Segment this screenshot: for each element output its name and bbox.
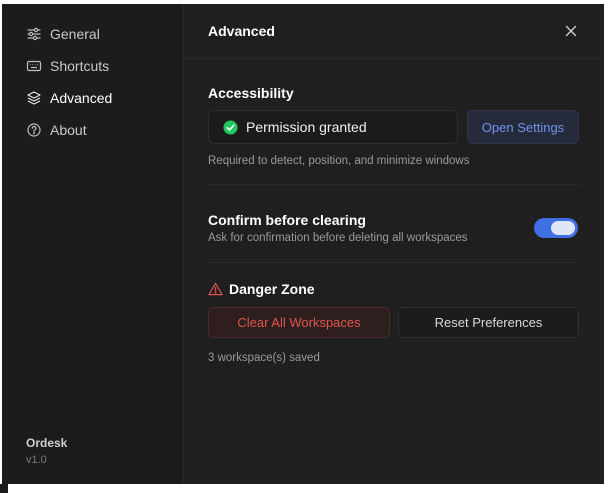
confirm-clearing-text: Confirm before clearing Ask for confirma… [208, 212, 468, 244]
accessibility-title: Accessibility [208, 85, 294, 101]
workspace-count: 3 workspace(s) saved [208, 352, 320, 364]
open-settings-button[interactable]: Open Settings [467, 110, 579, 144]
page-title: Advanced [208, 23, 275, 39]
reset-preferences-button[interactable]: Reset Preferences [398, 307, 579, 338]
panel-content: Accessibility Permission granted Open Se… [184, 85, 604, 364]
danger-zone-title: Danger Zone [208, 281, 580, 297]
confirm-clearing-row: Confirm before clearing Ask for confirma… [208, 212, 580, 244]
settings-window: General Shortcuts Advanced About Ordesk … [2, 4, 604, 484]
corner-mark [0, 484, 8, 493]
confirm-clearing-toggle[interactable] [534, 218, 578, 238]
sidebar-item-about[interactable]: About [2, 114, 183, 146]
sidebar-nav: General Shortcuts Advanced About [2, 4, 183, 146]
sidebar-footer: Ordesk v1.0 [26, 436, 67, 466]
close-icon [565, 25, 577, 37]
sidebar: General Shortcuts Advanced About Ordesk … [2, 4, 184, 484]
sidebar-item-shortcuts[interactable]: Shortcuts [2, 50, 183, 82]
accessibility-row: Permission granted Open Settings [208, 110, 580, 144]
sidebar-item-advanced[interactable]: Advanced [2, 82, 183, 114]
main-panel: Advanced Accessibility Permission grante… [184, 4, 604, 484]
help-circle-icon [26, 122, 42, 138]
close-button[interactable] [562, 22, 580, 40]
layers-icon [26, 90, 42, 106]
toggle-knob [551, 221, 575, 235]
confirm-clearing-title: Confirm before clearing [208, 212, 366, 228]
accessibility-hint: Required to detect, position, and minimi… [208, 155, 470, 167]
sidebar-item-label: Shortcuts [50, 58, 110, 74]
danger-zone-label: Danger Zone [229, 281, 315, 297]
panel-header: Advanced [184, 4, 604, 59]
sliders-icon [26, 26, 42, 42]
check-circle-icon [223, 119, 238, 135]
danger-actions: Clear All Workspaces Reset Preferences [208, 307, 580, 338]
sidebar-item-general[interactable]: General [2, 18, 183, 50]
keyboard-icon [26, 58, 42, 74]
permission-status: Permission granted [208, 110, 458, 144]
permission-status-text: Permission granted [246, 119, 367, 135]
sidebar-item-label: General [50, 26, 100, 42]
divider [208, 184, 580, 185]
app-version: v1.0 [26, 454, 47, 466]
clear-all-workspaces-button[interactable]: Clear All Workspaces [208, 307, 390, 338]
app-name: Ordesk [26, 436, 68, 450]
sidebar-item-label: Advanced [50, 90, 113, 106]
warning-triangle-icon [208, 282, 223, 296]
confirm-clearing-description: Ask for confirmation before deleting all… [208, 232, 468, 244]
sidebar-item-label: About [50, 122, 87, 138]
divider [208, 262, 580, 263]
